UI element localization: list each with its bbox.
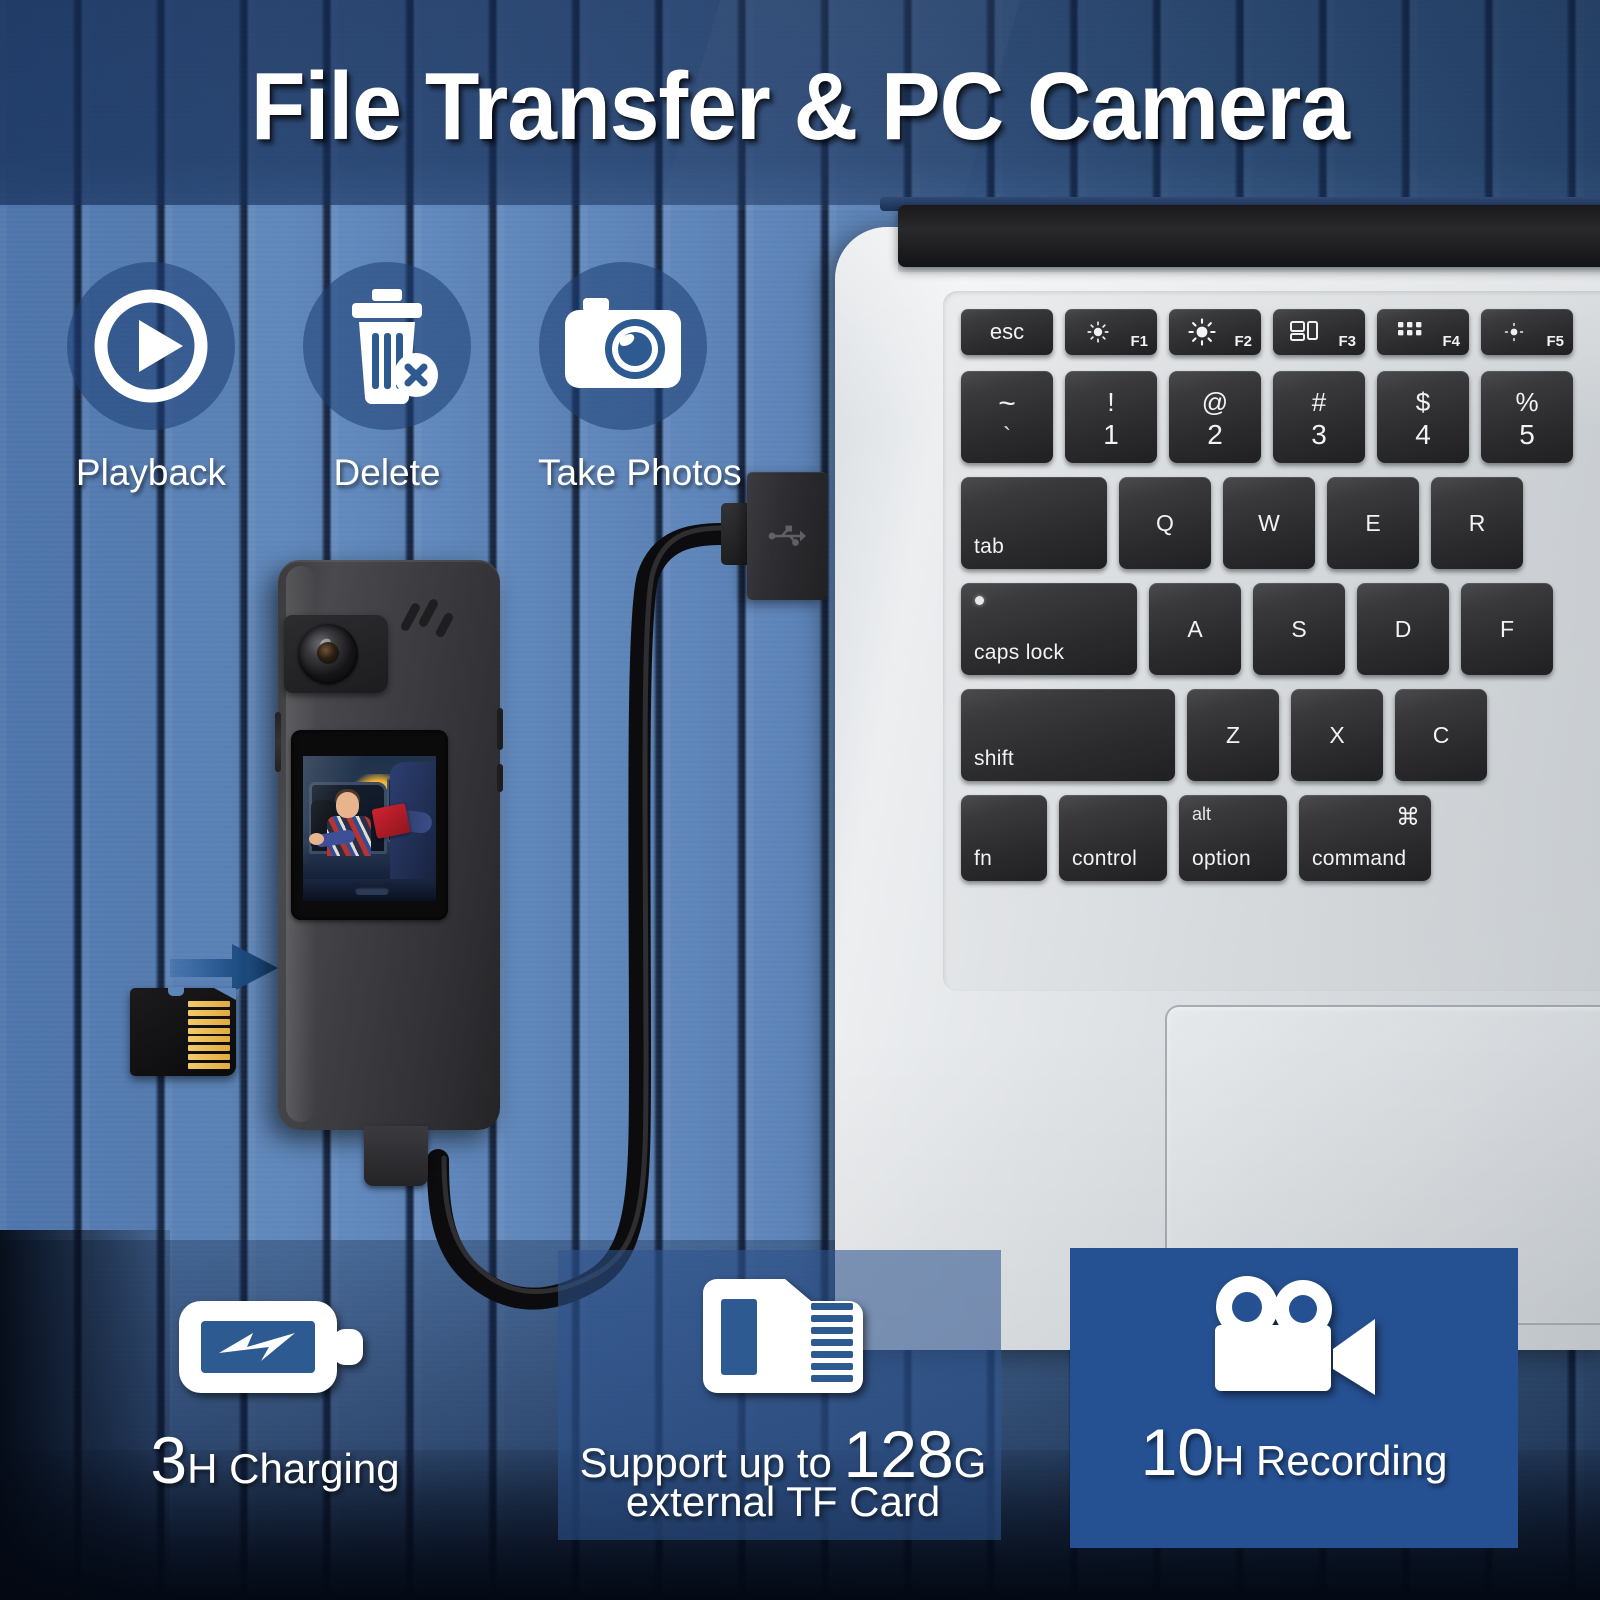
lens-glare [318, 636, 333, 650]
laptop: esc F1 F2 F3 F4 F5 ~ ` ! 1 @ 2 # 3 $ 4 %… [835, 197, 1600, 1350]
device-screen-frame [291, 730, 448, 920]
usb-a-plug [747, 472, 827, 600]
feature-label: Take Photos [538, 452, 742, 493]
feature-label: Delete [333, 452, 441, 493]
spec-tf-card: Support up to 128G external TF Card [568, 1272, 998, 1524]
key-x[interactable]: X [1291, 689, 1383, 781]
battery-charging-icon [100, 1282, 450, 1412]
device-side-button-b[interactable] [497, 764, 503, 792]
usb-c-plug [364, 1126, 428, 1186]
brightness-keyboard-icon [1481, 309, 1547, 355]
video-camera-icon [1082, 1272, 1506, 1404]
device-lens-housing [284, 615, 388, 693]
spec-tf-unit: G [953, 1439, 987, 1486]
feature-label: Playback [75, 452, 227, 493]
key-r[interactable]: R [1431, 477, 1523, 569]
body-camera-device [275, 560, 503, 1186]
keyboard-number-row: ~ ` ! 1 @ 2 # 3 $ 4 % 5 [961, 371, 1573, 463]
mission-control-icon [1273, 309, 1339, 355]
key-option[interactable]: alt option [1179, 795, 1287, 881]
spec-charging-value: 3 [150, 1423, 188, 1497]
key-f2-brightness-high[interactable]: F2 [1169, 309, 1261, 355]
key-tab[interactable]: tab [961, 477, 1107, 569]
spec-charging-label: Charging [217, 1445, 400, 1492]
page-title: File Transfer & PC Camera [250, 53, 1350, 160]
key-a[interactable]: A [1149, 583, 1241, 675]
key-command[interactable]: ⌘ command [1299, 795, 1431, 881]
preview-screen-gloss [303, 756, 436, 901]
keyboard-modifier-row: fn control alt option ⌘ command [961, 795, 1431, 881]
caps-lock-led [975, 596, 984, 605]
key-f3-mission-control[interactable]: F3 [1273, 309, 1365, 355]
keyboard-function-row: esc F1 F2 F3 F4 F5 [961, 309, 1573, 355]
key-tilde[interactable]: ~ ` [961, 371, 1053, 463]
key-shift[interactable]: shift [961, 689, 1175, 781]
key-f1-brightness-low[interactable]: F1 [1065, 309, 1157, 355]
key-fn[interactable]: fn [961, 795, 1047, 881]
keyboard-home-row: caps lock A S D F [961, 583, 1553, 675]
feature-icon-disc [539, 262, 707, 430]
brightness-high-icon [1169, 309, 1235, 355]
keyboard-qwerty-row: tab Q W E R [961, 477, 1523, 569]
laptop-hinge [898, 205, 1600, 267]
key-esc[interactable]: esc [961, 309, 1053, 355]
key-f5-keyboard-brightness[interactable]: F5 [1481, 309, 1573, 355]
key-z[interactable]: Z [1187, 689, 1279, 781]
spec-recording-unit: H [1213, 1437, 1245, 1484]
spec-charging-text: 3H Charging [100, 1423, 450, 1497]
key-q[interactable]: Q [1119, 477, 1211, 569]
micro-sd-card-notch [168, 987, 184, 996]
key-1[interactable]: ! 1 [1065, 371, 1157, 463]
key-caps-lock[interactable]: caps lock [961, 583, 1137, 675]
device-speaker-slashes [399, 597, 464, 650]
key-5[interactable]: % 5 [1481, 371, 1573, 463]
micro-sd-card-icon [568, 1272, 998, 1404]
keyboard-shift-row: shift Z X C [961, 689, 1487, 781]
key-f4-launchpad[interactable]: F4 [1377, 309, 1469, 355]
device-side-button-a[interactable] [497, 708, 503, 750]
key-s[interactable]: S [1253, 583, 1345, 675]
spec-tf-line2: external TF Card [625, 1477, 941, 1525]
feature-playback[interactable]: Playback [66, 262, 236, 494]
key-e[interactable]: E [1327, 477, 1419, 569]
key-4[interactable]: $ 4 [1377, 371, 1469, 463]
play-circle-icon [91, 286, 211, 406]
key-3[interactable]: # 3 [1273, 371, 1365, 463]
spec-recording-value: 10 [1140, 1415, 1214, 1489]
laptop-keyboard: esc F1 F2 F3 F4 F5 ~ ` ! 1 @ 2 # 3 $ 4 %… [943, 291, 1600, 991]
brightness-low-icon [1065, 309, 1131, 355]
key-2[interactable]: @ 2 [1169, 371, 1261, 463]
feature-icon-disc [303, 262, 471, 430]
key-control[interactable]: control [1059, 795, 1167, 881]
device-screen-preview [303, 756, 436, 901]
product-infographic: esc F1 F2 F3 F4 F5 ~ ` ! 1 @ 2 # 3 $ 4 %… [0, 0, 1600, 1600]
arrow-right-icon [170, 942, 280, 994]
key-f[interactable]: F [1461, 583, 1553, 675]
feature-delete[interactable]: Delete [302, 262, 472, 494]
key-c[interactable]: C [1395, 689, 1487, 781]
key-d[interactable]: D [1357, 583, 1449, 675]
camera-lens-icon [298, 624, 358, 684]
spec-charging: 3H Charging [100, 1282, 450, 1496]
spec-recording: 10H Recording [1082, 1272, 1506, 1488]
feature-icon-disc [67, 262, 235, 430]
usb-trident-icon [764, 522, 810, 550]
micro-sd-card [130, 987, 236, 1076]
key-w[interactable]: W [1223, 477, 1315, 569]
spec-recording-label: Recording [1244, 1437, 1448, 1484]
camera-icon [561, 294, 685, 398]
spec-recording-text: 10H Recording [1082, 1415, 1506, 1489]
micro-sd-card-contacts [188, 1001, 230, 1069]
spec-charging-unit: H [187, 1445, 218, 1492]
feature-take-photos[interactable]: Take Photos [538, 262, 742, 494]
launchpad-icon [1377, 309, 1443, 355]
device-side-buttons-left[interactable] [275, 712, 281, 772]
trash-delete-icon [328, 285, 446, 407]
